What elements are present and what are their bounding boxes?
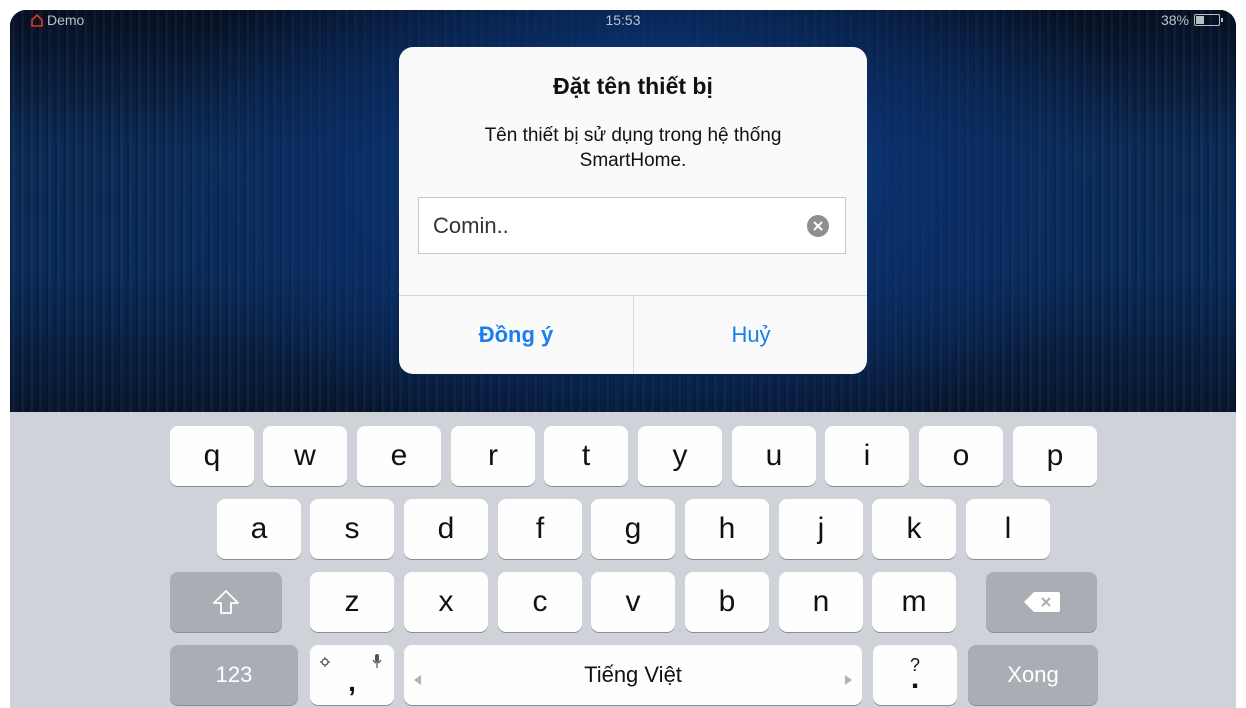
key-label: f	[535, 512, 545, 545]
key-label: n	[812, 585, 830, 618]
space-key[interactable]: Tiếng Việt	[404, 645, 862, 705]
device-name-field[interactable]	[418, 197, 846, 254]
key-label: q	[203, 439, 221, 472]
comma-label: ,	[348, 666, 356, 697]
key-y[interactable]: y	[638, 426, 722, 486]
dialog-title: Đặt tên thiết bị	[553, 73, 713, 99]
shift-key[interactable]	[170, 572, 282, 632]
key-label: r	[488, 439, 498, 472]
ok-button[interactable]: Đồng ý	[399, 296, 633, 374]
key-a[interactable]: a	[217, 499, 301, 559]
key-label: t	[581, 439, 591, 472]
battery-tip	[1221, 18, 1223, 22]
key-label: m	[901, 585, 927, 618]
key-u[interactable]: u	[732, 426, 816, 486]
key-label: u	[765, 439, 783, 472]
status-time: 15:53	[605, 12, 641, 28]
battery-percent: 38%	[1160, 12, 1189, 28]
key-label: z	[344, 585, 360, 618]
key-label: s	[344, 512, 360, 545]
key-label: h	[718, 512, 736, 545]
key-label: w	[294, 439, 316, 472]
key-label: e	[390, 439, 408, 472]
key-m[interactable]: m	[872, 572, 956, 632]
key-g[interactable]: g	[591, 499, 675, 559]
key-label: a	[250, 512, 268, 545]
space-label: Tiếng Việt	[584, 662, 682, 687]
done-key[interactable]: Xong	[968, 645, 1098, 705]
key-d[interactable]: d	[404, 499, 488, 559]
key-z[interactable]: z	[310, 572, 394, 632]
key-n[interactable]: n	[779, 572, 863, 632]
key-label: Xong	[1007, 662, 1059, 687]
key-v[interactable]: v	[591, 572, 675, 632]
emoji-comma-key[interactable]: ,	[310, 645, 394, 705]
battery-icon	[1194, 14, 1223, 26]
dialog-message-line2: SmartHome.	[579, 150, 687, 171]
battery-fill	[1196, 16, 1204, 24]
key-j[interactable]: j	[779, 499, 863, 559]
period-key[interactable]: ? .	[873, 645, 957, 705]
clear-text-icon[interactable]	[807, 215, 829, 237]
key-label: x	[438, 585, 454, 618]
device-screen: Demo 15:53 38% Đặt tên thiết bị Tên thiế…	[10, 10, 1236, 708]
key-l[interactable]: l	[966, 499, 1050, 559]
key-r[interactable]: r	[451, 426, 535, 486]
key-k[interactable]: k	[872, 499, 956, 559]
dialog-message: Tên thiết bị sử dụng trong hệ thống Smar…	[429, 123, 837, 173]
key-q[interactable]: q	[170, 426, 254, 486]
key-c[interactable]: c	[498, 572, 582, 632]
backspace-key[interactable]	[986, 572, 1097, 632]
key-label: p	[1046, 439, 1064, 472]
key-label: y	[672, 439, 688, 472]
key-x[interactable]: x	[404, 572, 488, 632]
key-w[interactable]: w	[263, 426, 347, 486]
key-label: c	[532, 585, 548, 618]
status-bar: Demo 15:53 38%	[10, 10, 1236, 32]
keyboard: q w e r t y u i o p a s d f g h j k l z …	[10, 412, 1236, 708]
key-f[interactable]: f	[498, 499, 582, 559]
key-label: o	[952, 439, 970, 472]
left-arrow-icon	[414, 675, 421, 685]
battery-group: 38%	[1160, 12, 1223, 28]
period-label: .	[910, 662, 920, 695]
key-label: d	[437, 512, 455, 545]
numbers-key[interactable]: 123	[170, 645, 298, 705]
key-label: v	[625, 585, 641, 618]
right-arrow-icon	[845, 675, 852, 685]
key-b[interactable]: b	[685, 572, 769, 632]
cancel-button[interactable]: Huỷ	[634, 296, 867, 374]
key-label: 123	[215, 662, 253, 687]
key-i[interactable]: i	[825, 426, 909, 486]
rename-device-dialog: Đặt tên thiết bị Tên thiết bị sử dụng tr…	[399, 47, 867, 374]
key-label: l	[1004, 512, 1012, 545]
key-label: j	[817, 512, 825, 545]
device-name-input[interactable]	[433, 198, 793, 253]
key-o[interactable]: o	[919, 426, 1003, 486]
microphone-icon	[372, 654, 382, 668]
key-label: g	[624, 512, 642, 545]
shift-icon	[213, 590, 239, 614]
backspace-icon	[1023, 592, 1060, 612]
key-h[interactable]: h	[685, 499, 769, 559]
key-t[interactable]: t	[544, 426, 628, 486]
key-label: i	[863, 439, 871, 472]
key-p[interactable]: p	[1013, 426, 1097, 486]
dialog-message-line1: Tên thiết bị sử dụng trong hệ thống	[484, 125, 782, 146]
key-s[interactable]: s	[310, 499, 394, 559]
key-label: b	[718, 585, 736, 618]
key-label: k	[906, 512, 922, 545]
gear-icon	[320, 657, 330, 667]
key-e[interactable]: e	[357, 426, 441, 486]
